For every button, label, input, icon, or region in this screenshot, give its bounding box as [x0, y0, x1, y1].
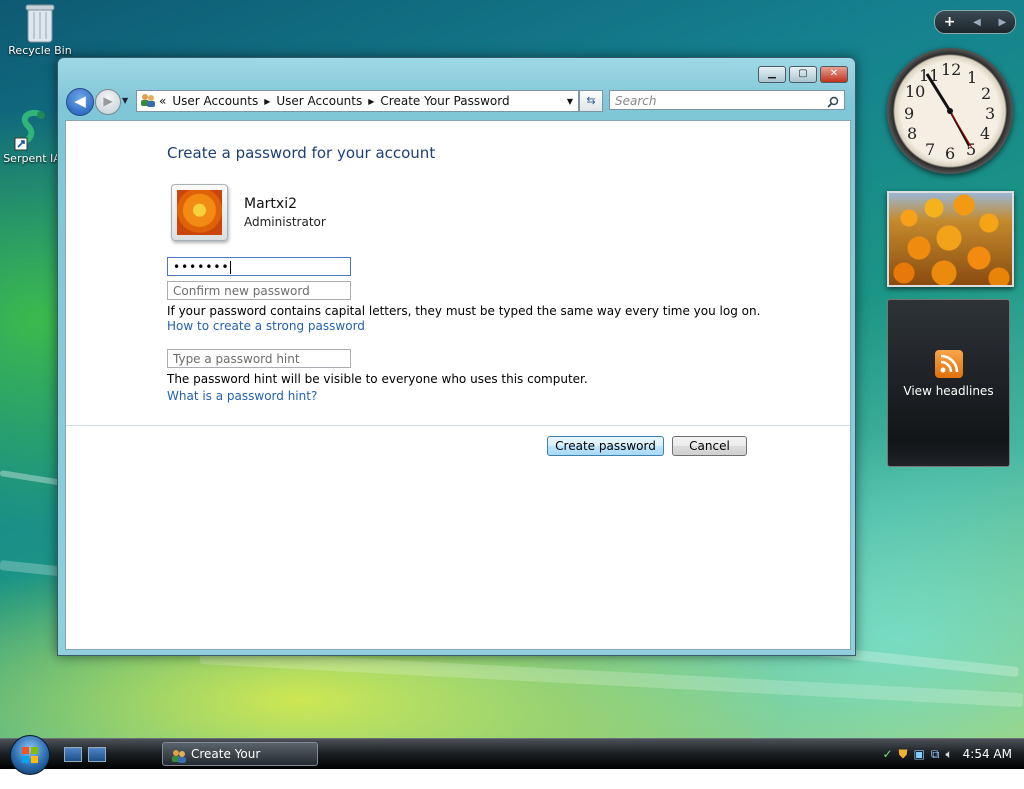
create-password-window: ▁ ▢ ✕ ◀ ▶ ▼ « User Accounts ▶ User Accou…	[57, 57, 856, 656]
cancel-button[interactable]: Cancel	[672, 436, 747, 456]
window-controls: ▁ ▢ ✕	[755, 66, 848, 83]
maximize-button[interactable]: ▢	[789, 66, 817, 83]
breadcrumb-create-password[interactable]: Create Your Password	[380, 94, 509, 108]
switch-windows-icon[interactable]	[88, 747, 106, 762]
address-dropdown-icon[interactable]: ▼	[562, 97, 578, 106]
text-caret	[229, 261, 231, 274]
volume-muted-icon[interactable]: 🔈︎	[945, 747, 952, 762]
user-role: Administrator	[244, 215, 326, 229]
new-password-field[interactable]: •••••••	[167, 257, 351, 276]
close-button[interactable]: ✕	[820, 66, 848, 83]
network-icon[interactable]: ⧉	[931, 747, 940, 762]
strong-password-link[interactable]: How to create a strong password	[167, 319, 365, 333]
flower-picture	[177, 190, 222, 235]
windows-logo-icon	[22, 747, 38, 763]
taskbar-item-create-password[interactable]: Create Your Password	[162, 742, 318, 784]
show-desktop-icon[interactable]	[64, 747, 82, 762]
breadcrumb: « User Accounts ▶ User Accounts ▶ Create…	[156, 94, 562, 108]
breadcrumb-user-accounts[interactable]: User Accounts	[172, 94, 258, 108]
search-icon[interactable]	[827, 91, 839, 111]
prev-gadget-icon[interactable]: ◀	[973, 17, 981, 28]
confirm-password-placeholder: Confirm new password	[173, 284, 310, 298]
add-gadget-icon[interactable]: +	[944, 14, 956, 30]
feed-headlines-gadget[interactable]: View headlines	[887, 299, 1010, 467]
user-name: Martxi2	[244, 196, 297, 212]
recent-pages-dropdown-icon[interactable]: ▼	[122, 96, 128, 105]
taskbar-item-label: Create Your Password	[191, 747, 261, 784]
clock-time[interactable]: 4:54 AM	[963, 747, 1012, 761]
device-icon[interactable]: ▣	[914, 747, 925, 761]
hint-visibility-note: The password hint will be visible to eve…	[167, 372, 588, 386]
new-password-value: •••••••	[173, 260, 230, 274]
recycle-bin-icon[interactable]: Recycle Bin	[2, 2, 78, 57]
search-input[interactable]: Search	[609, 90, 845, 110]
avatar	[171, 184, 228, 241]
clock-gadget[interactable]: 12 1 2 3 4 5 6 7 8 9 10 11	[887, 48, 1013, 174]
password-hint-link[interactable]: What is a password hint?	[167, 389, 317, 403]
create-password-button[interactable]: Create password	[547, 436, 664, 456]
breadcrumb-overflow[interactable]: «	[159, 94, 166, 108]
confirm-password-field[interactable]: Confirm new password	[167, 281, 351, 300]
serpent-icon	[14, 108, 50, 152]
search-placeholder: Search	[615, 94, 657, 108]
system-tray: ✓ ⛊ ▣ ⧉ 🔈︎ 4:54 AM	[854, 739, 1024, 769]
address-bar[interactable]: « User Accounts ▶ User Accounts ▶ Create…	[136, 90, 579, 112]
trash-icon	[24, 2, 56, 44]
view-headlines-label[interactable]: View headlines	[888, 384, 1009, 398]
next-gadget-icon[interactable]: ▶	[998, 17, 1006, 28]
breadcrumb-user-accounts-sub[interactable]: User Accounts	[276, 94, 362, 108]
chevron-right-icon[interactable]: ▶	[368, 97, 374, 106]
start-button[interactable]	[10, 735, 50, 775]
sidebar-controls[interactable]: + ◀ ▶	[934, 10, 1016, 34]
recycle-bin-label: Recycle Bin	[8, 44, 72, 57]
desktop: Recycle Bin Serpent IA + ◀ ▶ 12 1 2 3 4 …	[0, 0, 1024, 738]
back-button[interactable]: ◀	[66, 88, 94, 116]
slideshow-gadget[interactable]	[887, 191, 1014, 287]
divider	[66, 425, 850, 426]
minimize-button[interactable]: ▁	[758, 66, 786, 83]
password-hint-field[interactable]: Type a password hint	[167, 349, 351, 368]
clock-hands	[925, 73, 973, 149]
rss-icon	[934, 350, 963, 378]
page-title: Create a password for your account	[167, 144, 436, 162]
taskbar: Create Your Password ✓ ⛊ ▣ ⧉ 🔈︎ 4:54 AM	[0, 735, 1024, 784]
chevron-right-icon[interactable]: ▶	[264, 97, 270, 106]
security-shield-icon[interactable]: ⛊	[899, 747, 908, 762]
forward-button[interactable]: ▶	[95, 89, 121, 115]
capital-letters-note: If your password contains capital letter…	[167, 304, 761, 318]
password-hint-placeholder: Type a password hint	[173, 352, 300, 366]
user-accounts-icon	[140, 93, 156, 110]
content-pane: Create a password for your account Martx…	[65, 120, 851, 650]
network-check-icon[interactable]: ✓	[882, 747, 892, 761]
refresh-button[interactable]: ⇆	[579, 90, 603, 112]
